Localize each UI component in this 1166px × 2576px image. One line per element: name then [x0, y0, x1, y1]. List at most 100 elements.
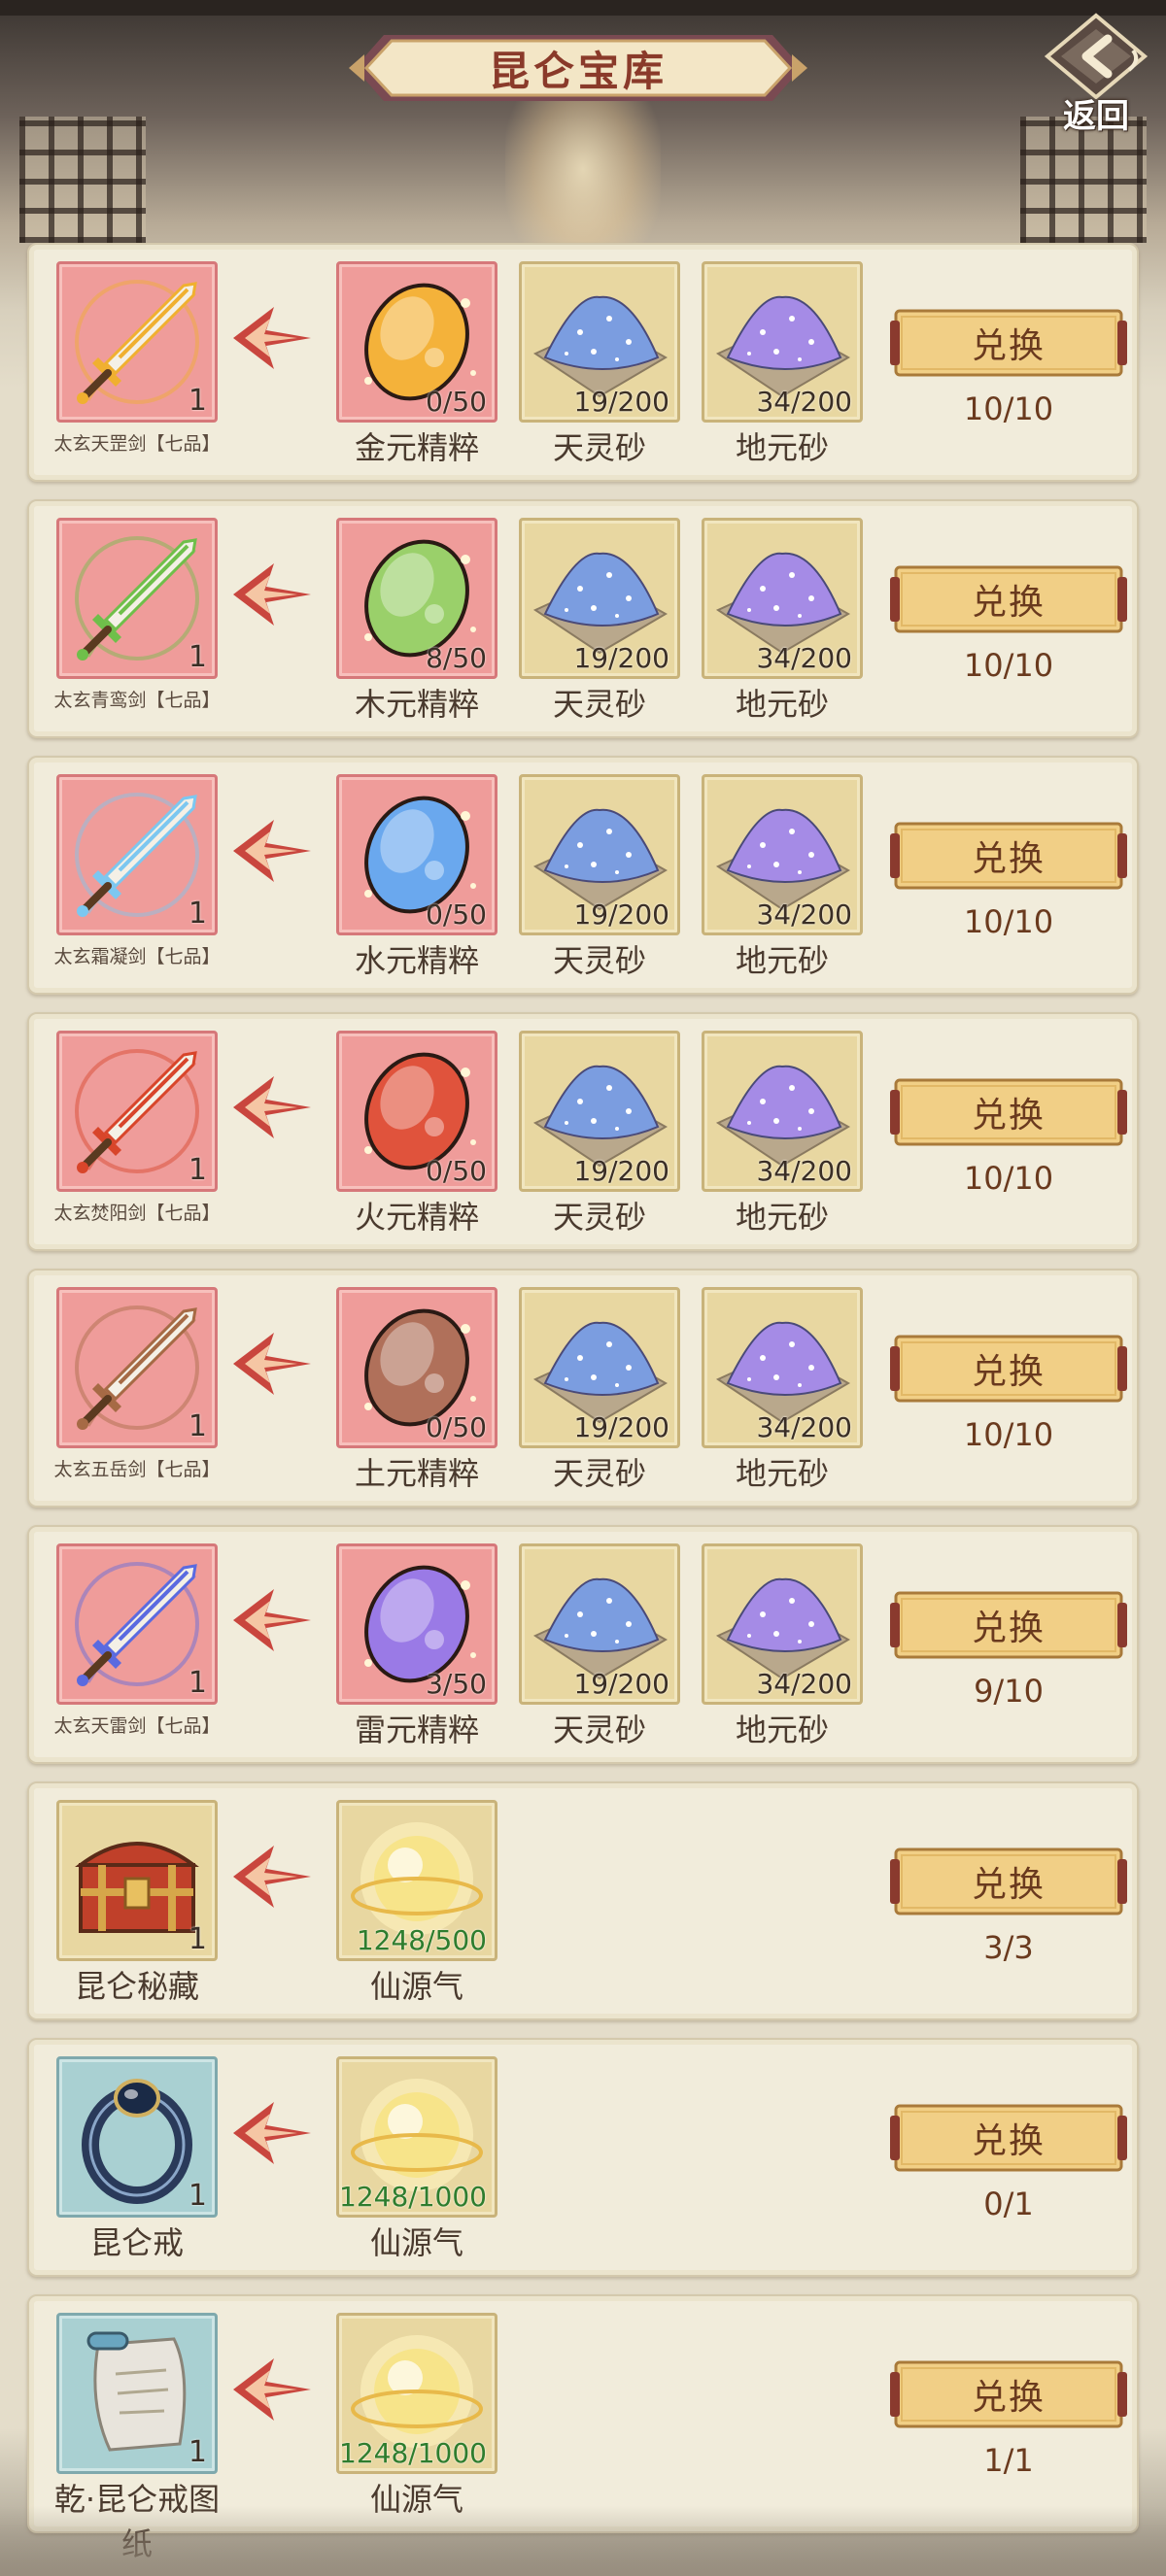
cost-name: 地元砂 — [735, 686, 829, 723]
exchange-arrow-icon — [229, 558, 315, 635]
reward-name: 太玄青鸾剑【七品】 — [53, 690, 221, 711]
cost-name: 水元精粹 — [354, 942, 479, 979]
cost-slot[interactable]: 8/50 — [336, 518, 497, 679]
cost-count: 0/50 — [426, 1155, 487, 1187]
cost-slot[interactable]: 19/200 — [519, 1287, 680, 1448]
back-button[interactable]: 返回 — [1040, 12, 1152, 136]
cost-slot[interactable]: 0/50 — [336, 1031, 497, 1192]
reward-slot[interactable]: 1 — [56, 1800, 218, 1961]
cost-count: 8/50 — [426, 642, 487, 674]
reward-slot[interactable]: 1 — [56, 1543, 218, 1705]
cost-name: 天灵砂 — [552, 1455, 646, 1492]
exchange-button-label: 兑换 — [971, 1865, 1046, 1905]
back-arrow-icon — [1044, 13, 1149, 100]
reward-slot[interactable]: 1 — [56, 774, 218, 935]
reward-slot[interactable]: 1 — [56, 1031, 218, 1192]
exchange-limit: 0/1 — [983, 2186, 1034, 2222]
cost-slot[interactable]: 34/200 — [702, 518, 863, 679]
cost-name: 天灵砂 — [552, 942, 646, 979]
cost-name: 地元砂 — [735, 429, 829, 466]
exchange-arrow-icon — [229, 2096, 315, 2174]
cost-slot[interactable]: 1248/1000 — [336, 2056, 497, 2218]
exchange-limit: 10/10 — [963, 390, 1054, 427]
cost-count: 19/200 — [573, 386, 669, 418]
reward-count: 1 — [188, 897, 207, 931]
exchange-button[interactable]: 兑换 — [890, 2358, 1127, 2430]
exchange-button-label: 兑换 — [971, 839, 1046, 879]
exchange-button[interactable]: 兑换 — [890, 307, 1127, 379]
reward-name: 昆仑秘藏 — [74, 1968, 199, 2005]
reward-name: 太玄五岳剑【七品】 — [53, 1459, 221, 1480]
exchange-limit: 10/10 — [963, 1160, 1054, 1197]
cost-count: 34/200 — [756, 898, 852, 931]
cost-count: 19/200 — [573, 1411, 669, 1443]
exchange-button[interactable]: 兑换 — [890, 563, 1127, 635]
exchange-button-label: 兑换 — [971, 1352, 1046, 1392]
exchange-button[interactable]: 兑换 — [890, 1076, 1127, 1148]
cost-name: 地元砂 — [735, 1199, 829, 1236]
reward-slot[interactable]: 1 — [56, 2056, 218, 2218]
exchange-button-label: 兑换 — [971, 326, 1046, 366]
cost-slot[interactable]: 0/50 — [336, 261, 497, 423]
cost-name: 天灵砂 — [552, 686, 646, 723]
cost-name: 仙源气 — [369, 1968, 463, 2005]
exchange-row: 1 昆仑戒 1248/1000 仙源气 兑换 0/1 — [27, 2038, 1139, 2277]
exchange-arrow-icon — [229, 301, 315, 379]
cost-slot[interactable]: 19/200 — [519, 1543, 680, 1705]
exchange-button[interactable]: 兑换 — [890, 820, 1127, 892]
exchange-button[interactable]: 兑换 — [890, 1589, 1127, 1661]
reward-name: 太玄天罡剑【七品】 — [53, 433, 221, 455]
cost-count: 34/200 — [756, 1411, 852, 1443]
reward-slot[interactable]: 1 — [56, 518, 218, 679]
reward-name: 太玄天雷剑【七品】 — [53, 1715, 221, 1737]
cost-count: 1248/500 — [356, 1924, 487, 1956]
cost-slot[interactable]: 3/50 — [336, 1543, 497, 1705]
cost-slot[interactable]: 34/200 — [702, 1031, 863, 1192]
cost-slot[interactable]: 34/200 — [702, 774, 863, 935]
cost-slot[interactable]: 34/200 — [702, 1287, 863, 1448]
cost-count: 19/200 — [573, 642, 669, 674]
exchange-limit: 10/10 — [963, 647, 1054, 684]
cost-slot[interactable]: 19/200 — [519, 1031, 680, 1192]
lattice-window — [19, 117, 146, 243]
cost-count: 34/200 — [756, 386, 852, 418]
exchange-button[interactable]: 兑换 — [890, 1846, 1127, 1917]
exchange-button-label: 兑换 — [971, 2121, 1046, 2161]
cost-name: 仙源气 — [369, 2224, 463, 2261]
cost-count: 34/200 — [756, 642, 852, 674]
cost-name: 地元砂 — [735, 1712, 829, 1748]
cost-slot[interactable]: 34/200 — [702, 1543, 863, 1705]
cost-name: 金元精粹 — [354, 429, 479, 466]
cost-count: 34/200 — [756, 1155, 852, 1187]
reward-slot[interactable]: 1 — [56, 1287, 218, 1448]
cost-name: 天灵砂 — [552, 1199, 646, 1236]
exchange-button[interactable]: 兑换 — [890, 1333, 1127, 1405]
exchange-button-label: 兑换 — [971, 1096, 1046, 1135]
cost-slot[interactable]: 34/200 — [702, 261, 863, 423]
exchange-limit: 10/10 — [963, 1416, 1054, 1453]
reward-count: 1 — [188, 2179, 207, 2213]
reward-slot[interactable]: 1 — [56, 2313, 218, 2474]
back-label: 返回 — [1063, 97, 1129, 136]
exchange-row: 1 太玄青鸾剑【七品】 8/50 木元精粹 19/200 天灵砂 34/200 地元砂 … — [27, 499, 1139, 738]
exchange-arrow-icon — [229, 1327, 315, 1405]
cost-slot[interactable]: 19/200 — [519, 518, 680, 679]
exchange-limit: 1/1 — [983, 2442, 1034, 2479]
cost-count: 1248/1000 — [339, 2181, 487, 2213]
cost-slot[interactable]: 1248/1000 — [336, 2313, 497, 2474]
cost-slot[interactable]: 0/50 — [336, 1287, 497, 1448]
exchange-button[interactable]: 兑换 — [890, 2102, 1127, 2174]
cost-name: 雷元精粹 — [354, 1712, 479, 1748]
cost-count: 1248/1000 — [339, 2437, 487, 2469]
ceiling-beam — [0, 0, 1166, 16]
cost-slot[interactable]: 1248/500 — [336, 1800, 497, 1961]
exchange-row: 1 太玄五岳剑【七品】 0/50 土元精粹 19/200 天灵砂 34/200 地元砂 … — [27, 1269, 1139, 1508]
cost-slot[interactable]: 19/200 — [519, 774, 680, 935]
page-title: 昆仑宝库 — [488, 47, 668, 95]
reward-name: 太玄霜凝剑【七品】 — [53, 946, 221, 967]
cost-name: 土元精粹 — [354, 1455, 479, 1492]
cost-slot[interactable]: 19/200 — [519, 261, 680, 423]
reward-slot[interactable]: 1 — [56, 261, 218, 423]
bottom-fog — [0, 2506, 1166, 2576]
cost-slot[interactable]: 0/50 — [336, 774, 497, 935]
